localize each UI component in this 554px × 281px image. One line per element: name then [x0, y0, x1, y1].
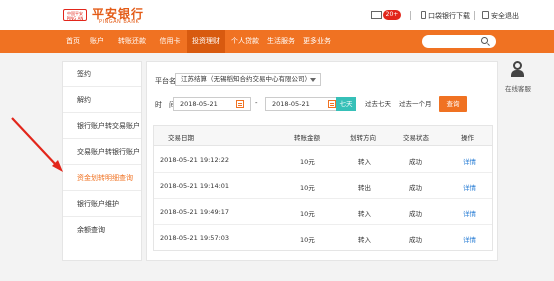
annotation-arrow: [11, 117, 63, 172]
arrow-shaft: [11, 117, 58, 167]
